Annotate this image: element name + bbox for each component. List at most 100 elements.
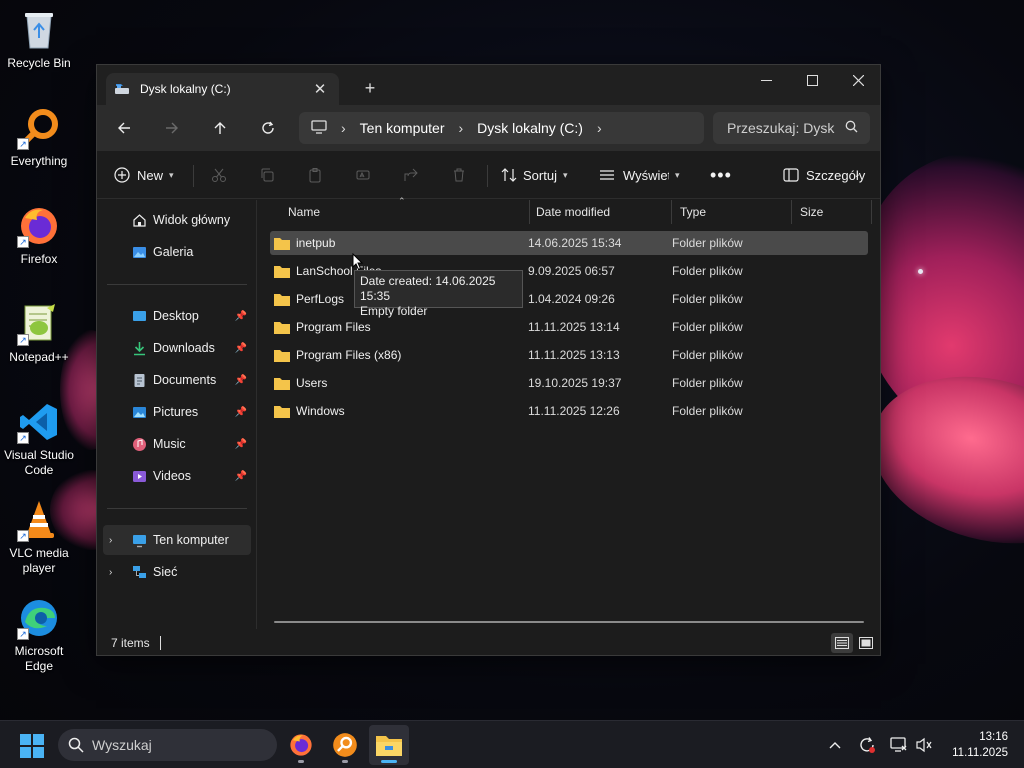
copy-icon bbox=[261, 168, 274, 182]
search-icon[interactable] bbox=[845, 120, 858, 136]
pin-icon: 📌 bbox=[234, 310, 247, 322]
nav-item-desktop[interactable]: Desktop 📌 bbox=[103, 301, 251, 331]
more-options-button[interactable]: ••• bbox=[710, 163, 732, 187]
desktop-icon-vscode[interactable]: ↗ Visual Studio Code bbox=[2, 400, 76, 478]
chevron-right-icon[interactable]: › bbox=[459, 120, 464, 136]
pictures-icon bbox=[131, 404, 147, 420]
chevron-right-icon[interactable]: › bbox=[109, 535, 112, 546]
delete-button[interactable] bbox=[451, 163, 467, 187]
clock-date: 11.11.2025 bbox=[952, 747, 1008, 759]
network-status-icon[interactable] bbox=[889, 735, 909, 755]
back-button[interactable] bbox=[110, 115, 138, 141]
file-date: 11.11.2025 13:13 bbox=[528, 348, 620, 362]
column-header-size[interactable]: Size bbox=[792, 200, 872, 224]
nav-item-gallery[interactable]: Galeria bbox=[103, 237, 251, 267]
pin-icon: 📌 bbox=[234, 374, 247, 386]
chevron-right-icon[interactable]: › bbox=[597, 120, 602, 136]
desktop-icon-recycle-bin[interactable]: Recycle Bin bbox=[2, 8, 76, 71]
new-label: New bbox=[137, 167, 164, 183]
taskbar-search-input[interactable]: Wyszukaj bbox=[92, 737, 152, 753]
shortcut-arrow-icon: ↗ bbox=[17, 236, 29, 248]
desktop-icon-edge[interactable]: ↗ Microsoft Edge bbox=[2, 596, 76, 674]
minimize-button[interactable] bbox=[743, 65, 789, 95]
tab-dysk-lokalny[interactable]: Dysk lokalny (C:) ✕ bbox=[106, 73, 339, 105]
table-row[interactable]: inetpub 14.06.2025 15:34 Folder plików bbox=[270, 231, 868, 255]
file-name: Users bbox=[296, 376, 328, 390]
maximize-button[interactable] bbox=[789, 65, 835, 95]
cut-button[interactable] bbox=[211, 163, 227, 187]
chevron-up-icon[interactable] bbox=[825, 735, 845, 755]
tooltip-empty-folder: Empty folder bbox=[360, 304, 428, 318]
up-button[interactable] bbox=[206, 115, 234, 141]
nav-home-label: Widok główny bbox=[153, 213, 231, 227]
breadcrumb-this-pc[interactable]: Ten komputer bbox=[360, 120, 445, 136]
refresh-button[interactable] bbox=[254, 115, 282, 141]
desktop-icon-label: Visual Studio Code bbox=[4, 448, 74, 477]
desktop-icon-label: Microsoft Edge bbox=[14, 644, 64, 673]
chevron-right-icon[interactable]: › bbox=[109, 567, 112, 578]
desktop-icon-vlc[interactable]: ↗ VLC media player bbox=[2, 498, 76, 576]
volume-muted-icon[interactable] bbox=[914, 735, 934, 755]
close-tab-icon[interactable]: ✕ bbox=[309, 78, 331, 100]
running-indicator bbox=[298, 760, 304, 763]
table-row[interactable]: Users 19.10.2025 19:37 Folder plików bbox=[270, 371, 868, 395]
details-pane-button[interactable]: Szczegóły bbox=[783, 163, 865, 187]
file-date: 11.11.2025 12:26 bbox=[528, 404, 620, 418]
pin-icon: 📌 bbox=[234, 470, 247, 482]
forward-button[interactable] bbox=[158, 115, 186, 141]
chevron-right-icon[interactable]: › bbox=[341, 120, 346, 136]
navigation-pane: Widok główny Galeria Desktop 📌 Downloads… bbox=[97, 200, 257, 629]
share-button[interactable] bbox=[403, 163, 419, 187]
desktop-icon-everything[interactable]: ↗ Everything bbox=[2, 106, 76, 169]
firefox-icon: ↗ bbox=[17, 204, 61, 248]
start-button[interactable] bbox=[20, 734, 44, 758]
table-row[interactable]: Windows 11.11.2025 12:26 Folder plików bbox=[270, 399, 868, 423]
rename-button[interactable] bbox=[355, 163, 371, 187]
horizontal-scrollbar[interactable] bbox=[274, 621, 864, 623]
file-name: Windows bbox=[296, 404, 345, 418]
desktop-icon-label: Everything bbox=[10, 154, 68, 168]
trash-icon bbox=[454, 168, 464, 182]
breadcrumb-drive-c[interactable]: Dysk lokalny (C:) bbox=[477, 120, 583, 136]
view-button[interactable]: Wyświetl ▾ bbox=[599, 163, 680, 187]
details-view-button[interactable] bbox=[831, 633, 853, 653]
clipboard-icon bbox=[309, 168, 321, 183]
paste-button[interactable] bbox=[307, 163, 323, 187]
shortcut-arrow-icon: ↗ bbox=[17, 628, 29, 640]
search-box[interactable]: Przeszukaj: Dysk bbox=[713, 112, 870, 144]
sort-button[interactable]: Sortuj ▾ bbox=[501, 163, 568, 187]
table-row[interactable]: Program Files (x86) 11.11.2025 13:13 Fol… bbox=[270, 343, 868, 367]
nav-item-home[interactable]: Widok główny bbox=[103, 205, 251, 235]
shortcut-arrow-icon: ↗ bbox=[17, 530, 29, 542]
desktop-icon-firefox[interactable]: ↗ Firefox bbox=[2, 204, 76, 267]
taskbar-firefox[interactable] bbox=[281, 725, 321, 765]
breadcrumb[interactable]: › Ten komputer › Dysk lokalny (C:) › bbox=[299, 112, 704, 144]
monitor-icon[interactable] bbox=[311, 119, 327, 137]
close-window-button[interactable] bbox=[835, 65, 881, 95]
new-button[interactable]: New ▾ bbox=[114, 163, 174, 187]
nav-item-documents[interactable]: Documents 📌 bbox=[103, 365, 251, 395]
tiles-view-button[interactable] bbox=[855, 633, 877, 653]
details-pane-icon bbox=[783, 168, 799, 182]
sync-icon[interactable] bbox=[857, 735, 877, 755]
nav-item-music[interactable]: Music 📌 bbox=[103, 429, 251, 459]
nav-item-this-pc[interactable]: › Ten komputer bbox=[103, 525, 251, 555]
nav-item-videos[interactable]: Videos 📌 bbox=[103, 461, 251, 491]
taskbar-everything[interactable] bbox=[325, 725, 365, 765]
pin-icon: 📌 bbox=[234, 406, 247, 418]
new-tab-button[interactable]: + bbox=[359, 77, 381, 99]
taskbar-file-explorer[interactable] bbox=[369, 725, 409, 765]
mouse-cursor-icon bbox=[352, 252, 364, 271]
nav-item-downloads[interactable]: Downloads 📌 bbox=[103, 333, 251, 363]
taskbar-search[interactable]: Wyszukaj bbox=[58, 729, 277, 761]
nav-item-pictures[interactable]: Pictures 📌 bbox=[103, 397, 251, 427]
column-header-date[interactable]: Date modified bbox=[528, 200, 672, 224]
column-header-name[interactable]: Name bbox=[280, 200, 530, 224]
clock[interactable]: 13:16 11.11.2025 bbox=[944, 729, 1008, 761]
column-header-type[interactable]: Type bbox=[672, 200, 792, 224]
nav-item-network[interactable]: › Sieć bbox=[103, 557, 251, 587]
search-input[interactable]: Przeszukaj: Dysk bbox=[727, 120, 845, 136]
copy-button[interactable] bbox=[259, 163, 275, 187]
desktop-icon-label: Firefox bbox=[20, 252, 58, 266]
desktop-icon-notepadpp[interactable]: ↗ Notepad++ bbox=[2, 302, 76, 365]
